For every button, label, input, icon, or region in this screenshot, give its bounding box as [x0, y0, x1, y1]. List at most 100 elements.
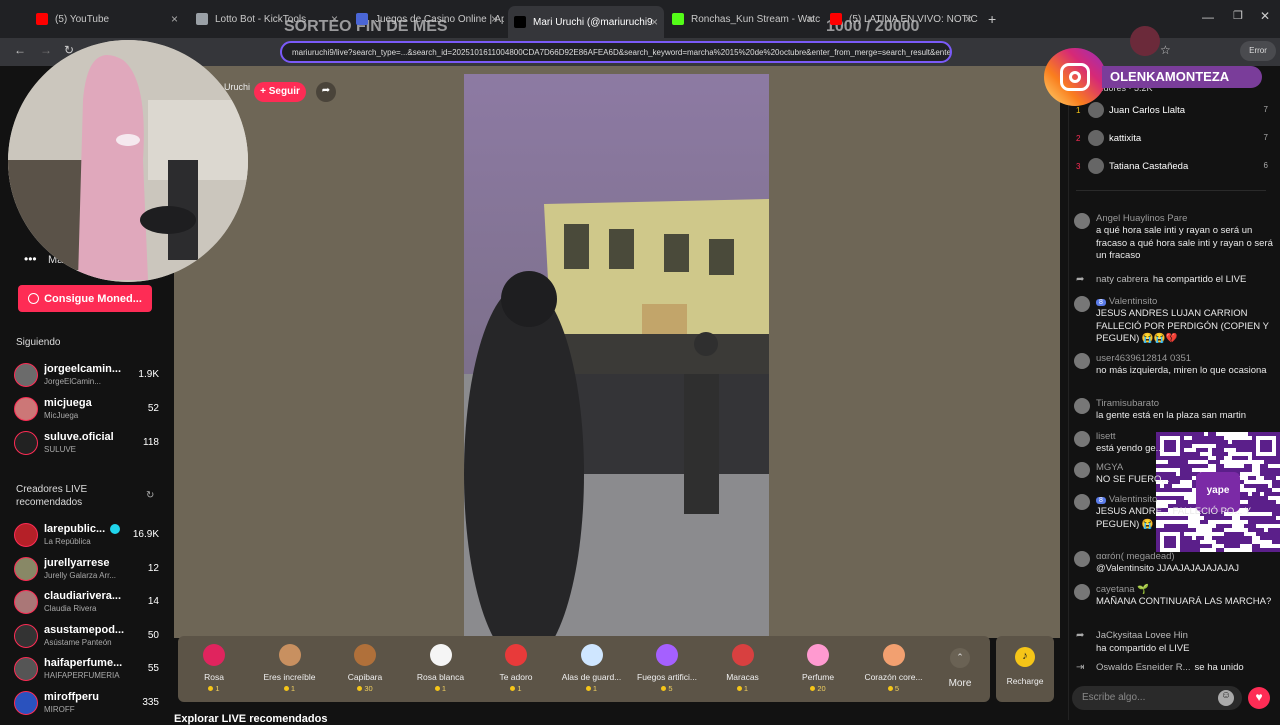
viewer-count: 14: [147, 596, 159, 607]
chat-username[interactable]: JaCkysitaa Lovee Hin: [1096, 630, 1188, 641]
avatar-cat-sticker: [1130, 26, 1160, 56]
ranking-row[interactable]: 1 Juan Carlos Llalta 7: [1074, 100, 1274, 124]
chat-text: NO SE FUERO...: [1096, 474, 1170, 485]
gift-price-value: 1: [215, 684, 220, 693]
avatar[interactable]: [1074, 213, 1090, 229]
live-video[interactable]: [464, 74, 769, 636]
chat-username[interactable]: naty cabrera: [1096, 274, 1149, 285]
avatar[interactable]: [1074, 296, 1090, 312]
chat-username[interactable]: cayetana 🌱: [1096, 584, 1149, 595]
sidebar-creator[interactable]: larepublic... La República 16.9K: [14, 521, 159, 551]
gift-price-value: 20: [817, 684, 826, 693]
gift-item[interactable]: Capibara 30: [328, 642, 402, 698]
chat-username[interactable]: user4639612814 0351: [1096, 353, 1191, 364]
url-field[interactable]: mariuruchi9/live?search_type=...&search_…: [280, 41, 952, 63]
sidebar-creator[interactable]: haifaperfume... HAIFAPERFUMERIA 55: [14, 655, 159, 685]
gift-item[interactable]: Te adoro 1: [479, 642, 553, 698]
more-gifts-button[interactable]: ⌃ More: [940, 644, 980, 700]
avatar[interactable]: [1074, 431, 1090, 447]
browser-tab[interactable]: (5) YouTube ×: [30, 7, 184, 31]
streamer-name[interactable]: Uruchi: [224, 82, 250, 92]
get-coins-label: Consigue Moned...: [44, 292, 142, 305]
sidebar-creator[interactable]: suluve.oficial SULUVE 118: [14, 429, 159, 459]
sidebar-creator[interactable]: asustamepod... Asústame Panteón 50: [14, 622, 159, 652]
gift-icon: [882, 644, 905, 666]
coin-icon: [434, 686, 440, 691]
gift-item[interactable]: Rosa 1: [177, 642, 251, 698]
gift-item[interactable]: Rosa blanca 1: [404, 642, 478, 698]
browser-tab[interactable]: (5) LATINA EN VIVO: NOTICIAS×: [824, 7, 978, 31]
verified-icon: [110, 524, 120, 534]
explore-live-link[interactable]: Explorar LIVE recomendados: [174, 713, 327, 725]
chat-username[interactable]: MGYA: [1096, 462, 1123, 473]
browser-tab[interactable]: Juegos de Casino Online | Apue ×: [350, 7, 504, 31]
back-icon[interactable]: ←: [14, 43, 26, 57]
coin-icon: [283, 686, 289, 691]
tab-close-icon[interactable]: ×: [807, 12, 814, 26]
browser-tab[interactable]: Mari Uruchi (@mariuruchi9 ×: [508, 6, 664, 38]
avatar[interactable]: [1074, 494, 1090, 510]
ranking-name: kattixita: [1109, 133, 1142, 144]
creator-subtitle: SULUVE: [44, 445, 77, 454]
window-minimize-button[interactable]: —: [1202, 10, 1214, 24]
avatar[interactable]: [1074, 398, 1090, 414]
gift-item[interactable]: Fuegos artifici... 5: [630, 642, 704, 698]
gift-price-value: 1: [743, 684, 749, 693]
tab-close-icon[interactable]: ×: [171, 12, 178, 26]
tab-close-icon[interactable]: ×: [965, 12, 972, 26]
tab-favicon-icon: [196, 13, 208, 25]
gift-item[interactable]: Alas de guard... 1: [555, 642, 629, 698]
chat-username[interactable]: lisett: [1096, 431, 1116, 442]
tab-close-icon[interactable]: ×: [651, 15, 658, 29]
gift-price-value: 5: [894, 684, 900, 693]
sidebar-creator[interactable]: jurellyarrese Jurelly Galarza Arr... 12: [14, 555, 159, 585]
ranking-row[interactable]: 3 Tatiana Castañeda 6: [1074, 156, 1274, 180]
avatar[interactable]: [1074, 462, 1090, 478]
avatar: [14, 657, 38, 681]
chat-username[interactable]: Tiramisubarato: [1096, 398, 1159, 409]
sidebar-creator[interactable]: miroffperu MIROFF 335: [14, 689, 159, 719]
more-icon[interactable]: •••: [24, 252, 37, 266]
ranking-row[interactable]: 2 kattixita 7: [1074, 128, 1274, 152]
follow-button[interactable]: + Seguir: [254, 82, 306, 102]
recharge-button[interactable]: ♪ Recharge: [996, 636, 1054, 702]
window-close-button[interactable]: ✕: [1260, 9, 1270, 23]
gift-item[interactable]: Maracas 1: [706, 642, 780, 698]
gift-item[interactable]: Perfume 20: [781, 642, 855, 698]
sidebar-creator[interactable]: micjuega MicJuega 52: [14, 395, 159, 425]
browser-tab[interactable]: Ronchas_Kun Stream - Watch L ×: [666, 7, 820, 31]
sidebar-creator[interactable]: jorgeelcamin... JorgeElCamin... 1.9K: [14, 361, 159, 391]
share-icon[interactable]: ➦: [316, 82, 336, 102]
chat-username[interactable]: Angel Huaylinos Pare: [1096, 213, 1187, 224]
chat-message: ⇥ Oswaldo Esneider R... se ha unido: [1074, 662, 1274, 702]
chat-username[interactable]: ααrón( megadead): [1096, 551, 1175, 562]
tab-favicon-icon: [830, 13, 842, 25]
creator-name: haifaperfume...: [44, 657, 123, 669]
new-tab-button[interactable]: +: [988, 11, 996, 27]
tab-title: Ronchas_Kun Stream - Watch L: [691, 13, 820, 25]
ranking-score: 7: [1263, 133, 1268, 142]
chat-username[interactable]: Oswaldo Esneider R...: [1096, 662, 1191, 673]
avatar[interactable]: [1074, 353, 1090, 369]
chat-message: 8 Valentinsito JESUS ANDRE... FALLECIÓ PO.…: [1074, 494, 1274, 534]
chat-text: @Valentinsito JJAAJAJAJAJAJAJ: [1096, 563, 1240, 574]
refresh-icon[interactable]: ↻: [146, 490, 154, 501]
gift-price-value: 5: [668, 684, 673, 693]
tab-close-icon[interactable]: ×: [491, 12, 498, 26]
gift-item[interactable]: Eres increíble 1: [253, 642, 327, 698]
chat-username[interactable]: 8 Valentinsito: [1096, 494, 1157, 505]
avatar: [14, 690, 38, 715]
tab-close-icon[interactable]: ×: [331, 12, 338, 26]
avatar[interactable]: [1074, 584, 1090, 600]
chat-username[interactable]: 8 Valentinsito: [1096, 296, 1157, 307]
avatar[interactable]: [1074, 551, 1090, 567]
sidebar-creator[interactable]: claudiarivera... Claudia Rivera 14: [14, 588, 159, 618]
gift-item[interactable]: Corazón core... 5: [857, 642, 931, 698]
get-coins-button[interactable]: Consigue Moned...: [18, 285, 152, 312]
rank-number: 2: [1076, 134, 1081, 143]
forward-icon[interactable]: →: [40, 43, 52, 57]
window-restore-button[interactable]: ❐: [1233, 9, 1243, 22]
browser-tab[interactable]: Lotto Bot - KickTools ×: [190, 7, 344, 31]
gift-price: 1: [555, 684, 629, 693]
gift-icon: [203, 644, 225, 666]
